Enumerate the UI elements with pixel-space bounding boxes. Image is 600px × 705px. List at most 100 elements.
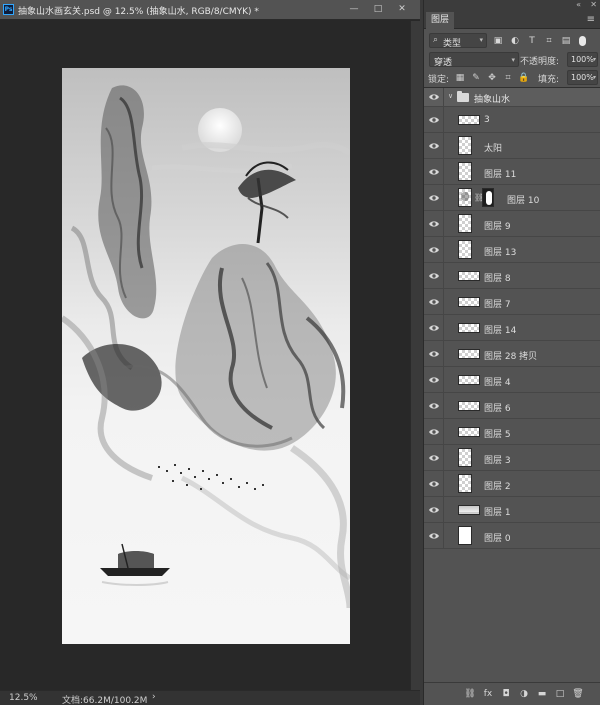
artwork-canvas[interactable] (62, 68, 350, 644)
layer-name[interactable]: 图层 11 (484, 167, 516, 180)
layer-thumbnail (458, 448, 472, 467)
shape-filter-icon[interactable]: ⌗ (543, 35, 555, 47)
layer-name[interactable]: 图层 5 (484, 427, 511, 440)
layer-thumbnail (458, 401, 480, 411)
layer-name[interactable]: 图层 13 (484, 245, 516, 258)
opacity-label: 不透明度: (520, 57, 560, 67)
layer-row[interactable]: 3 (424, 107, 600, 133)
chevron-down-icon[interactable]: ▾ (593, 56, 596, 63)
opacity-field[interactable]: 100% ▾ (567, 52, 598, 67)
fill-field[interactable]: 100% ▾ (567, 70, 598, 85)
layer-row[interactable]: 图层 1 (424, 497, 600, 523)
collapse-panel-icon[interactable]: « (576, 0, 581, 9)
layer-list[interactable]: ∨ 抽象山水 3 太阳 图层 11 ⛓ 图层 10 图层 9 图层 13 图层 … (424, 87, 600, 682)
search-icon: ⌕ (433, 35, 439, 45)
layer-name[interactable]: 图层 1 (484, 505, 511, 518)
layer-group-row[interactable]: ∨ 抽象山水 (424, 88, 600, 107)
layer-row[interactable]: 图层 13 (424, 237, 600, 263)
layer-name[interactable]: 图层 2 (484, 479, 511, 492)
visibility-eye-icon[interactable] (424, 497, 444, 522)
layer-row[interactable]: 图层 8 (424, 263, 600, 289)
visibility-eye-icon[interactable] (424, 523, 444, 548)
layer-row[interactable]: 图层 9 (424, 211, 600, 237)
layer-name[interactable]: 图层 3 (484, 453, 511, 466)
close-button[interactable]: ✕ (392, 3, 412, 16)
layer-name[interactable]: 图层 14 (484, 323, 516, 336)
visibility-eye-icon[interactable] (424, 211, 444, 236)
zoom-level[interactable]: 12.5% (9, 693, 38, 703)
lock-artboard-icon[interactable]: ⌗ (502, 72, 514, 84)
adjustment-filter-icon[interactable]: ◐ (509, 35, 521, 47)
layer-filter-select[interactable]: ⌕ 类型 ▾ (429, 33, 487, 49)
panel-menu-icon[interactable]: ≡ (587, 14, 595, 25)
visibility-eye-icon[interactable] (424, 315, 444, 340)
visibility-eye-icon[interactable] (424, 341, 444, 366)
visibility-eye-icon[interactable] (424, 367, 444, 392)
layer-row[interactable]: 图层 11 (424, 159, 600, 185)
visibility-eye-icon[interactable] (424, 107, 444, 132)
lock-all-icon[interactable]: 🔒 (518, 72, 530, 84)
group-expand-chevron-icon[interactable]: ∨ (448, 92, 453, 100)
visibility-eye-icon[interactable] (424, 263, 444, 288)
layer-name[interactable]: 图层 28 拷贝 (484, 349, 537, 362)
layer-row[interactable]: ⛓ 图层 10 (424, 185, 600, 211)
layer-row[interactable]: 图层 7 (424, 289, 600, 315)
status-menu-arrow-icon[interactable]: › (152, 692, 156, 702)
visibility-eye-icon[interactable] (424, 289, 444, 314)
delete-layer-icon[interactable]: 🗑 (572, 688, 584, 700)
layer-name[interactable]: 3 (484, 115, 490, 125)
panel-header: « ✕ (424, 0, 600, 12)
visibility-eye-icon[interactable] (424, 159, 444, 184)
filter-toggle[interactable] (579, 36, 586, 46)
visibility-eye-icon[interactable] (424, 185, 444, 210)
visibility-eye-icon[interactable] (424, 445, 444, 470)
blend-mode-select[interactable]: 穿透 ▾ (429, 52, 519, 68)
image-filter-icon[interactable]: ▣ (492, 35, 504, 47)
layer-name[interactable]: 太阳 (484, 141, 502, 154)
add-mask-icon[interactable]: ◘ (500, 688, 512, 700)
blend-row: 穿透 ▾ 不透明度: 100% ▾ (424, 51, 600, 69)
layer-name[interactable]: 图层 9 (484, 219, 511, 232)
document-title-bar[interactable]: Ps 抽象山水画玄关.psd @ 12.5% (抽象山水, RGB/8/CMYK… (0, 0, 420, 20)
layer-style-fx-icon[interactable]: fx (482, 688, 494, 700)
visibility-eye-icon[interactable] (424, 133, 444, 158)
layer-row[interactable]: 图层 14 (424, 315, 600, 341)
document-vertical-scrollbar[interactable] (410, 21, 420, 690)
lock-position-icon[interactable]: ✥ (486, 72, 498, 84)
maximize-button[interactable]: □ (368, 3, 388, 16)
layer-name[interactable]: 图层 4 (484, 375, 511, 388)
canvas-area[interactable] (0, 21, 410, 690)
tab-layers[interactable]: 图层 (426, 12, 455, 29)
close-panel-icon[interactable]: ✕ (590, 0, 597, 9)
layer-name[interactable]: 图层 8 (484, 271, 511, 284)
opacity-value: 100% (571, 55, 594, 64)
visibility-eye-icon[interactable] (424, 88, 444, 106)
layer-row[interactable]: 图层 0 (424, 523, 600, 549)
layer-row[interactable]: 图层 4 (424, 367, 600, 393)
layer-name[interactable]: 图层 0 (484, 531, 511, 544)
layer-name[interactable]: 图层 7 (484, 297, 511, 310)
chevron-down-icon[interactable]: ▾ (593, 74, 596, 81)
smart-object-filter-icon[interactable]: ▤ (560, 35, 572, 47)
layer-name[interactable]: 图层 6 (484, 401, 511, 414)
layer-mask-thumbnail[interactable] (482, 188, 494, 207)
new-group-icon[interactable]: ▬ (536, 688, 548, 700)
lock-image-icon[interactable]: ✎ (470, 72, 482, 84)
layer-row[interactable]: 图层 5 (424, 419, 600, 445)
layer-row[interactable]: 图层 6 (424, 393, 600, 419)
visibility-eye-icon[interactable] (424, 237, 444, 262)
layer-name[interactable]: 图层 10 (507, 193, 539, 206)
visibility-eye-icon[interactable] (424, 471, 444, 496)
link-layers-icon[interactable]: ⛓ (464, 688, 476, 700)
visibility-eye-icon[interactable] (424, 419, 444, 444)
minimize-button[interactable]: — (344, 3, 364, 16)
layer-row[interactable]: 图层 3 (424, 445, 600, 471)
lock-transparency-icon[interactable]: ▦ (454, 72, 466, 84)
type-filter-icon[interactable]: T (526, 35, 538, 47)
adjustment-layer-icon[interactable]: ◑ (518, 688, 530, 700)
layer-row[interactable]: 图层 28 拷贝 (424, 341, 600, 367)
new-layer-icon[interactable]: □ (554, 688, 566, 700)
layer-row[interactable]: 太阳 (424, 133, 600, 159)
visibility-eye-icon[interactable] (424, 393, 444, 418)
layer-row[interactable]: 图层 2 (424, 471, 600, 497)
